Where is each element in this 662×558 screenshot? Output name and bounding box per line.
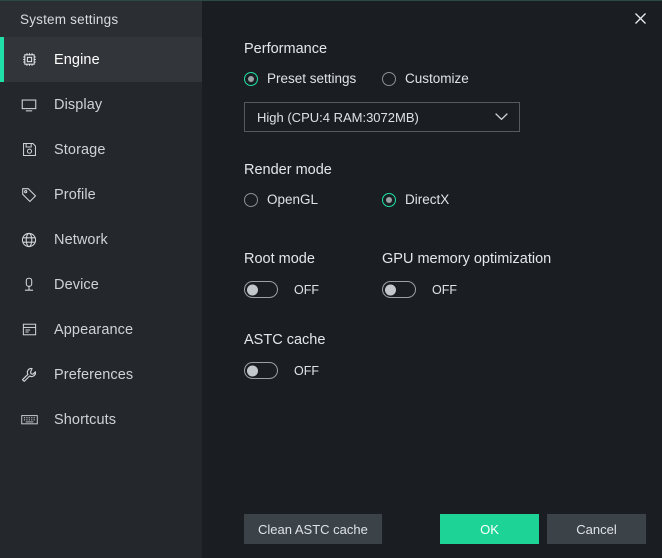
astc-cache-row: OFF bbox=[244, 362, 382, 379]
settings-content: Performance Preset settings Customize Hi… bbox=[202, 1, 662, 379]
root-mode-group: Root mode OFF bbox=[244, 251, 382, 298]
radio-directx[interactable]: DirectX bbox=[382, 192, 449, 207]
radio-label: OpenGL bbox=[267, 192, 319, 207]
sidebar-item-label: Display bbox=[54, 96, 103, 113]
window-title-bar: System settings bbox=[0, 1, 202, 37]
sidebar-item-storage[interactable]: Storage bbox=[0, 127, 202, 172]
toggle-knob bbox=[385, 284, 396, 295]
sidebar-item-label: Profile bbox=[54, 186, 96, 203]
gpu-memory-optimization-state: OFF bbox=[432, 282, 457, 297]
main-content: Performance Preset settings Customize Hi… bbox=[202, 1, 662, 558]
page-title: System settings bbox=[20, 11, 119, 27]
gpu-memory-optimization-group: GPU memory optimization OFF bbox=[382, 251, 582, 298]
render-mode-radio-group: OpenGL DirectX bbox=[244, 192, 662, 207]
astc-cache-toggle[interactable] bbox=[244, 362, 278, 379]
sidebar-nav-list: Engine Display Storage Profile Network D… bbox=[0, 37, 202, 442]
gpu-memory-optimization-row: OFF bbox=[382, 281, 582, 298]
gpu-memory-optimization-title: GPU memory optimization bbox=[382, 251, 552, 267]
render-mode-section: Render mode OpenGL DirectX bbox=[244, 162, 662, 207]
radio-preset-settings[interactable]: Preset settings bbox=[244, 71, 382, 86]
radio-mark-icon bbox=[382, 192, 396, 207]
performance-section: Performance Preset settings Customize Hi… bbox=[244, 41, 662, 132]
root-mode-toggle[interactable] bbox=[244, 281, 278, 298]
sidebar-item-appearance[interactable]: Appearance bbox=[0, 307, 202, 352]
close-icon bbox=[634, 12, 647, 25]
sidebar-item-label: Network bbox=[54, 231, 108, 248]
radio-label: Customize bbox=[405, 71, 469, 86]
device-icon bbox=[18, 274, 40, 296]
close-button[interactable] bbox=[618, 1, 662, 35]
render-mode-title: Render mode bbox=[244, 162, 332, 178]
preset-select-value: High (CPU:4 RAM:3072MB) bbox=[257, 109, 419, 125]
preset-select[interactable]: High (CPU:4 RAM:3072MB) bbox=[244, 102, 520, 132]
sidebar-item-preferences[interactable]: Preferences bbox=[0, 352, 202, 397]
tag-icon bbox=[18, 184, 40, 206]
astc-cache-state: OFF bbox=[294, 363, 319, 378]
radio-label: DirectX bbox=[405, 192, 450, 207]
sidebar-item-label: Appearance bbox=[54, 321, 134, 338]
monitor-icon bbox=[18, 94, 40, 116]
sidebar: System settings Engine Display Storage P… bbox=[0, 1, 202, 558]
window-icon bbox=[18, 319, 40, 341]
performance-radio-group: Preset settings Customize bbox=[244, 71, 662, 86]
astc-cache-group: ASTC cache OFF bbox=[244, 332, 382, 379]
footer-right-buttons: OK Cancel bbox=[440, 514, 646, 544]
sidebar-item-display[interactable]: Display bbox=[0, 82, 202, 127]
cpu-chip-icon bbox=[18, 49, 40, 71]
toggle-knob bbox=[247, 365, 258, 376]
radio-mark-icon bbox=[382, 71, 396, 86]
footer-actions: Clean ASTC cache OK Cancel bbox=[202, 500, 662, 558]
radio-customize[interactable]: Customize bbox=[382, 71, 469, 86]
root-mode-title: Root mode bbox=[244, 251, 315, 267]
ok-button[interactable]: OK bbox=[440, 514, 539, 544]
sidebar-item-network[interactable]: Network bbox=[0, 217, 202, 262]
radio-mark-icon bbox=[244, 192, 258, 207]
gpu-memory-optimization-toggle[interactable] bbox=[382, 281, 416, 298]
sidebar-item-device[interactable]: Device bbox=[0, 262, 202, 307]
sidebar-item-label: Shortcuts bbox=[54, 411, 117, 428]
sidebar-item-label: Device bbox=[54, 276, 99, 293]
chevron-down-icon bbox=[494, 108, 509, 126]
toggles-row-2: ASTC cache OFF bbox=[244, 332, 662, 379]
root-mode-row: OFF bbox=[244, 281, 382, 298]
sidebar-item-engine[interactable]: Engine bbox=[0, 37, 202, 82]
system-settings-window: System settings Engine Display Storage P… bbox=[0, 0, 662, 558]
sidebar-item-label: Storage bbox=[54, 141, 106, 158]
sidebar-item-shortcuts[interactable]: Shortcuts bbox=[0, 397, 202, 442]
wrench-icon bbox=[18, 364, 40, 386]
floppy-disk-icon bbox=[18, 139, 40, 161]
root-mode-state: OFF bbox=[294, 282, 319, 297]
cancel-button[interactable]: Cancel bbox=[547, 514, 646, 544]
keyboard-icon bbox=[18, 409, 40, 431]
globe-icon bbox=[18, 229, 40, 251]
toggle-knob bbox=[247, 284, 258, 295]
toggles-row-1: Root mode OFF GPU memory optimization OF… bbox=[244, 251, 662, 298]
performance-title: Performance bbox=[244, 41, 328, 57]
sidebar-item-profile[interactable]: Profile bbox=[0, 172, 202, 217]
radio-opengl[interactable]: OpenGL bbox=[244, 192, 382, 207]
radio-label: Preset settings bbox=[267, 71, 357, 86]
clean-astc-cache-button[interactable]: Clean ASTC cache bbox=[244, 514, 382, 544]
sidebar-item-label: Engine bbox=[54, 51, 100, 68]
radio-mark-icon bbox=[244, 71, 258, 86]
sidebar-item-label: Preferences bbox=[54, 366, 134, 383]
astc-cache-title: ASTC cache bbox=[244, 332, 326, 348]
